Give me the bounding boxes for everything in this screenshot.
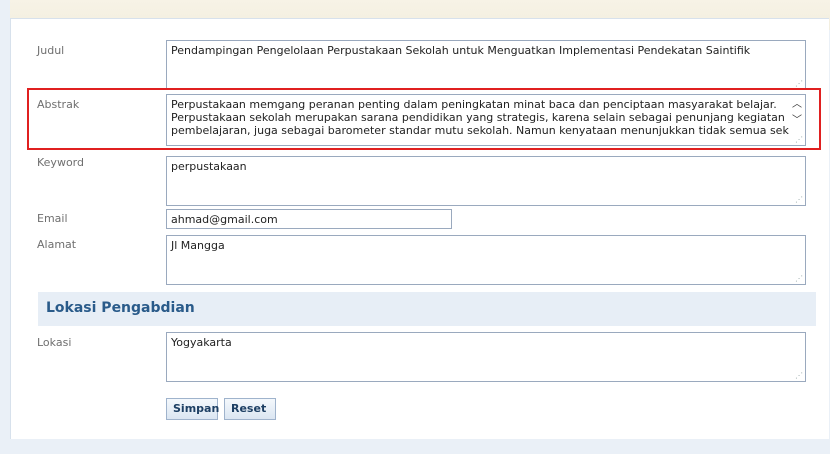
abstrak-highlight-box — [27, 88, 821, 150]
resize-grip-icon[interactable]: ⋰ — [795, 372, 803, 380]
lokasi-label: Lokasi — [37, 336, 72, 349]
alamat-value: Jl Mangga — [171, 239, 225, 252]
lokasi-value: Yogyakarta — [171, 336, 232, 349]
alamat-label: Alamat — [37, 238, 77, 251]
lokasi-textarea[interactable]: Yogyakarta ⋰ — [166, 332, 806, 382]
resize-grip-icon[interactable]: ⋰ — [795, 80, 803, 88]
alamat-textarea[interactable]: Jl Mangga ⋰ — [166, 235, 806, 285]
judul-label: Judul — [37, 44, 65, 57]
keyword-value: perpustakaan — [171, 160, 247, 173]
simpan-button[interactable]: Simpan — [166, 398, 219, 420]
judul-textarea[interactable]: Pendampingan Pengelolaan Perpustakaan Se… — [166, 40, 806, 90]
keyword-label: Keyword — [37, 156, 84, 169]
email-label: Email — [37, 212, 68, 225]
section-title: Lokasi Pengabdian — [46, 300, 195, 316]
keyword-textarea[interactable]: perpustakaan ⋰ — [166, 156, 806, 206]
lokasi-section-header: Lokasi Pengabdian — [38, 292, 816, 326]
resize-grip-icon[interactable]: ⋰ — [795, 275, 803, 283]
resize-grip-icon[interactable]: ⋰ — [795, 196, 803, 204]
email-value: ahmad@gmail.com — [171, 213, 278, 226]
reset-button[interactable]: Reset — [224, 398, 276, 420]
email-input[interactable]: ahmad@gmail.com — [166, 209, 452, 229]
judul-value: Pendampingan Pengelolaan Perpustakaan Se… — [171, 44, 751, 57]
